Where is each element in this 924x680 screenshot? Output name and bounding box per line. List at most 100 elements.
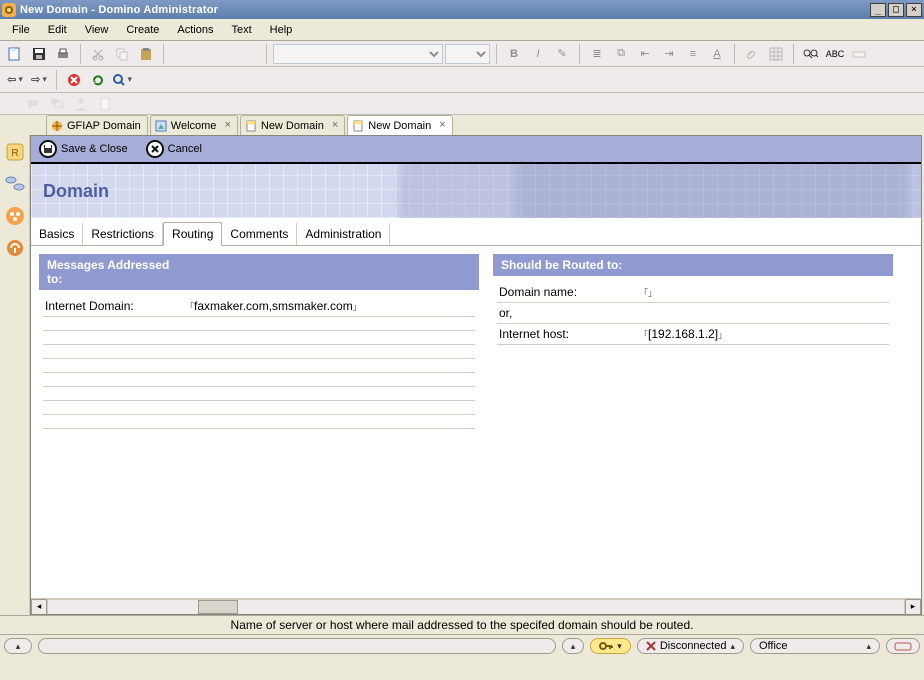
field-value[interactable]: 「faxmaker.com,smsmaker.com」 xyxy=(185,299,362,313)
status-arrow[interactable]: ▴ xyxy=(562,638,585,654)
doc-small-icon[interactable] xyxy=(96,95,114,113)
window-title: New Domain - Domino Administrator xyxy=(20,4,218,16)
status-security-indicator[interactable]: ▾ xyxy=(590,638,631,654)
close-button[interactable]: × xyxy=(906,3,922,17)
bookmark-databases-icon[interactable] xyxy=(4,173,26,195)
scroll-right-button[interactable]: ▸ xyxy=(905,599,921,615)
bookmark-bar: R xyxy=(0,135,30,615)
collab-toolbar xyxy=(0,93,924,115)
field-label: or, xyxy=(499,306,639,320)
numbers-button[interactable]: ⧉ xyxy=(610,43,632,65)
cancel-action[interactable]: Cancel xyxy=(146,140,202,158)
chats-icon[interactable] xyxy=(48,95,66,113)
scroll-track[interactable] xyxy=(47,599,905,615)
print-button[interactable] xyxy=(52,43,74,65)
table-button[interactable] xyxy=(765,43,787,65)
maximize-button[interactable]: □ xyxy=(888,3,904,17)
minimize-button[interactable]: _ xyxy=(870,3,886,17)
font-select[interactable] xyxy=(273,44,443,64)
menu-text[interactable]: Text xyxy=(223,22,259,38)
status-location[interactable]: Office ▴ xyxy=(750,638,880,654)
right-row-1: or, xyxy=(497,303,889,324)
bullets-button[interactable]: ≣ xyxy=(586,43,608,65)
outdent-button[interactable]: ⇤ xyxy=(634,43,656,65)
tab-icon xyxy=(245,120,257,132)
tab-close-icon[interactable]: × xyxy=(332,120,338,131)
new-doc-button[interactable] xyxy=(4,43,26,65)
menu-view[interactable]: View xyxy=(77,22,117,38)
left-row-0: Internet Domain:「faxmaker.com,smsmaker.c… xyxy=(43,296,475,317)
blank-line xyxy=(43,331,475,345)
page-banner: Domain xyxy=(31,164,921,218)
tab-icon xyxy=(352,120,364,132)
bold-button[interactable]: B xyxy=(503,43,525,65)
tab-label: New Domain xyxy=(368,120,431,132)
stop-button[interactable] xyxy=(63,69,85,91)
cut-button[interactable] xyxy=(87,43,109,65)
navigation-toolbar: ⇦▾ ⇨▾ ▾ xyxy=(0,67,924,93)
inner-tab-routing[interactable]: Routing xyxy=(163,222,222,246)
copy-button[interactable] xyxy=(111,43,133,65)
standard-toolbar: B I ✎ ≣ ⧉ ⇤ ⇥ ≡ A ABC xyxy=(0,41,924,67)
status-message-area xyxy=(38,638,556,654)
tab-icon xyxy=(51,120,63,132)
horizontal-scrollbar[interactable]: ◂ ▸ xyxy=(31,598,921,614)
refresh-button[interactable] xyxy=(87,69,109,91)
mail-tray-icon xyxy=(894,641,912,651)
routed-to-panel: Should be Routed to: Domain name:「」or,In… xyxy=(493,254,893,590)
bookmark-people-icon[interactable] xyxy=(4,205,26,227)
menu-edit[interactable]: Edit xyxy=(40,22,75,38)
chat-icon[interactable] xyxy=(24,95,42,113)
document-tabs: GFIAP DomainWelcome×New Domain×New Domai… xyxy=(0,115,924,135)
status-messages-button[interactable]: ▴ xyxy=(4,638,32,654)
indent-button[interactable]: ⇥ xyxy=(658,43,680,65)
key-icon xyxy=(599,641,613,651)
field-value[interactable]: 「」 xyxy=(639,285,657,299)
inner-tab-basics[interactable]: Basics xyxy=(31,223,83,245)
inner-tab-comments[interactable]: Comments xyxy=(222,223,297,245)
status-mail-indicator[interactable] xyxy=(886,638,920,654)
menu-file[interactable]: File xyxy=(4,22,38,38)
attach-button[interactable] xyxy=(741,43,763,65)
italic-button[interactable]: I xyxy=(527,43,549,65)
menu-help[interactable]: Help xyxy=(262,22,301,38)
tab-label: New Domain xyxy=(261,120,324,132)
field-label: Internet Domain: xyxy=(45,299,185,313)
save-and-close-action[interactable]: Save & Close xyxy=(39,140,128,158)
cancel-label: Cancel xyxy=(168,143,202,155)
menu-actions[interactable]: Actions xyxy=(169,22,221,38)
doc-tab-0[interactable]: GFIAP Domain xyxy=(46,115,148,135)
ruler-button[interactable] xyxy=(848,43,870,65)
save-and-close-label: Save & Close xyxy=(61,143,128,155)
doc-tab-2[interactable]: New Domain × xyxy=(240,115,345,135)
font-size-select[interactable] xyxy=(445,44,490,64)
paste-button[interactable] xyxy=(135,43,157,65)
person-icon[interactable] xyxy=(72,95,90,113)
align-button[interactable]: ≡ xyxy=(682,43,704,65)
find-button[interactable] xyxy=(800,43,822,65)
doc-tab-3[interactable]: New Domain × xyxy=(347,115,452,135)
tab-close-icon[interactable]: × xyxy=(224,120,230,131)
blank-line xyxy=(43,373,475,387)
spellcheck-button[interactable]: ABC xyxy=(824,43,846,65)
search-button[interactable]: ▾ xyxy=(111,69,133,91)
x-icon xyxy=(146,140,164,158)
status-connection-label: Disconnected xyxy=(660,640,727,652)
bookmark-admin-icon[interactable] xyxy=(4,237,26,259)
save-button[interactable] xyxy=(28,43,50,65)
bookmark-replication-icon[interactable]: R xyxy=(4,141,26,163)
inner-tab-administration[interactable]: Administration xyxy=(297,223,390,245)
font-color-button[interactable]: A xyxy=(706,43,728,65)
tab-close-icon[interactable]: × xyxy=(439,120,445,131)
scroll-left-button[interactable]: ◂ xyxy=(31,599,47,615)
back-button[interactable]: ⇦▾ xyxy=(4,69,26,91)
scroll-thumb[interactable] xyxy=(198,600,238,614)
field-value[interactable]: 「[192.168.1.2]」 xyxy=(639,327,727,341)
menu-create[interactable]: Create xyxy=(118,22,167,38)
forward-button[interactable]: ⇨▾ xyxy=(28,69,50,91)
doc-tab-1[interactable]: Welcome× xyxy=(150,115,238,135)
status-connection[interactable]: Disconnected ▴ xyxy=(637,638,744,654)
tab-label: GFIAP Domain xyxy=(67,120,141,132)
highlight-button[interactable]: ✎ xyxy=(551,43,573,65)
inner-tab-restrictions[interactable]: Restrictions xyxy=(83,223,163,245)
